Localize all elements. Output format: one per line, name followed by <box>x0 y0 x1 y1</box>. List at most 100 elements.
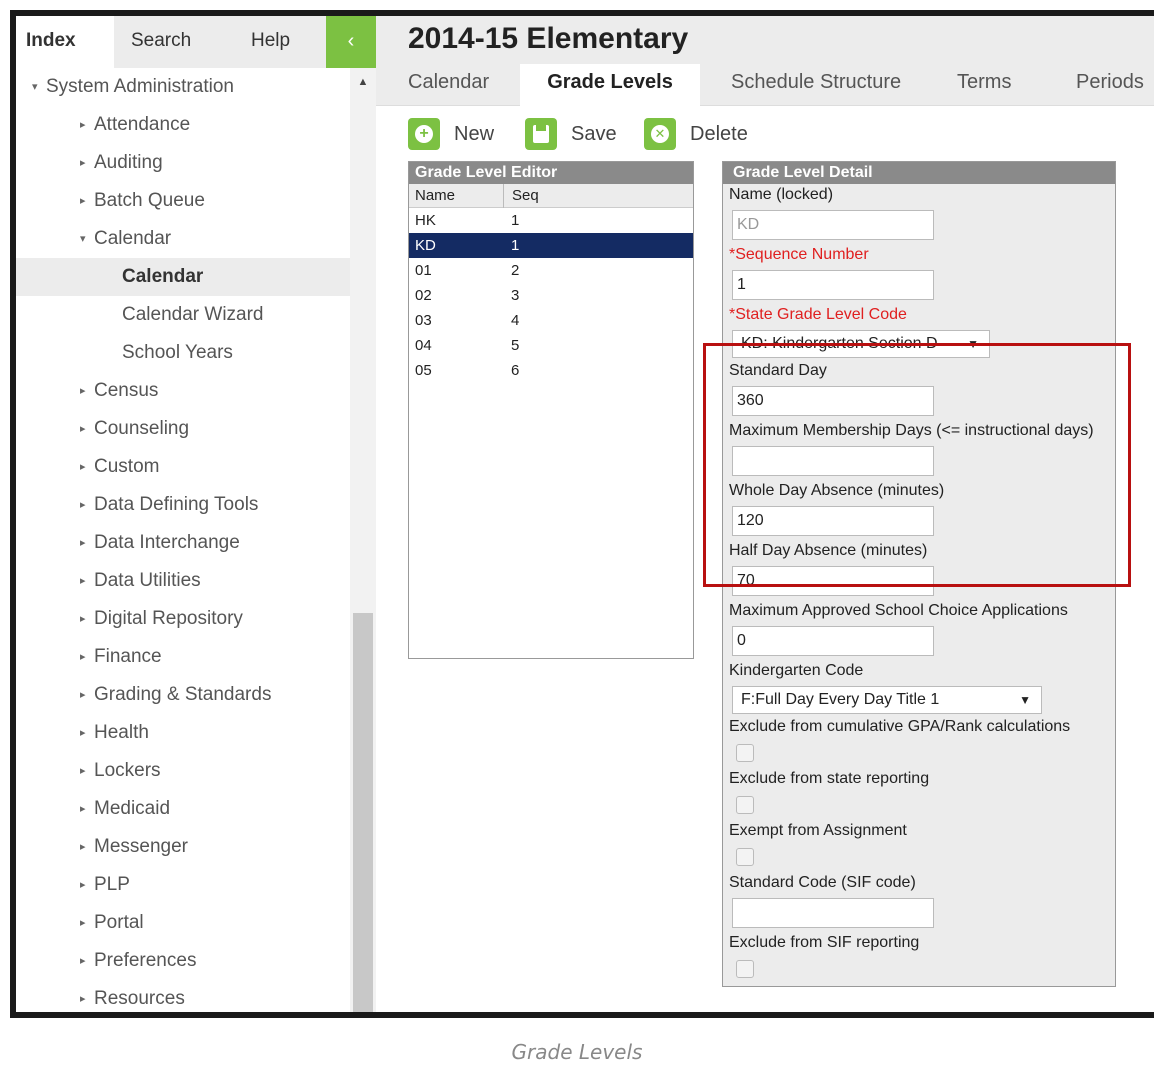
tree-item-grading-standards[interactable]: ▸ Grading & Standards <box>16 676 350 714</box>
collapsed-triangle-icon: ▸ <box>80 537 86 549</box>
kindergarten-code-select[interactable]: F:Full Day Every Day Title 1 ▼ <box>732 686 1042 714</box>
collapsed-triangle-icon: ▸ <box>80 119 86 131</box>
name-field: KD <box>732 210 934 240</box>
tree-item-attendance[interactable]: ▸ Attendance <box>16 106 350 144</box>
exclude-sif-reporting-checkbox[interactable] <box>736 960 754 978</box>
tab-index[interactable]: Index <box>16 16 114 68</box>
page-title: 2014-15 Elementary <box>408 22 689 55</box>
tree-item-school-years[interactable]: School Years <box>16 334 350 372</box>
tree-item-calendar-wizard[interactable]: Calendar Wizard <box>16 296 350 334</box>
tab-search[interactable]: Search <box>131 16 191 68</box>
editor-title: Grade Level Editor <box>409 162 693 184</box>
tree-item-batch-queue[interactable]: ▸ Batch Queue <box>16 182 350 220</box>
tree-item-finance[interactable]: ▸ Finance <box>16 638 350 676</box>
expanded-triangle-icon: ▾ <box>32 81 38 93</box>
sequence-number-label: *Sequence Number <box>729 246 869 263</box>
exclude-state-reporting-checkbox[interactable] <box>736 796 754 814</box>
collapsed-triangle-icon: ▸ <box>80 803 86 815</box>
state-grade-level-code-label: *State Grade Level Code <box>729 306 907 323</box>
exempt-from-assignment-checkbox[interactable] <box>736 848 754 866</box>
table-row-selected[interactable]: KD 1 <box>409 233 693 258</box>
name-label: Name (locked) <box>729 186 834 203</box>
sidebar-tabs: Index Search Help ‹ <box>16 16 376 68</box>
tree-item-data-interchange[interactable]: ▸ Data Interchange <box>16 524 350 562</box>
tab-terms[interactable]: Terms <box>957 64 1011 106</box>
collapsed-triangle-icon: ▸ <box>80 499 86 511</box>
collapsed-triangle-icon: ▸ <box>80 461 86 473</box>
highlight-box <box>703 343 1131 587</box>
plus-icon: + <box>408 118 440 150</box>
tab-strip: Calendar Grade Levels Schedule Structure… <box>376 64 1154 106</box>
figure-caption: Grade Levels <box>511 1040 643 1064</box>
collapsed-triangle-icon: ▸ <box>80 575 86 587</box>
collapsed-triangle-icon: ▸ <box>80 917 86 929</box>
save-disk-icon <box>525 118 557 150</box>
table-row[interactable]: 01 2 <box>409 258 693 283</box>
exclude-gpa-label: Exclude from cumulative GPA/Rank calcula… <box>729 718 1071 735</box>
scroll-up-arrow-icon[interactable]: ▲ <box>350 76 376 88</box>
tab-schedule-structure[interactable]: Schedule Structure <box>731 64 901 106</box>
collapsed-triangle-icon: ▸ <box>80 651 86 663</box>
tree-item-census[interactable]: ▸ Census <box>16 372 350 410</box>
collapsed-triangle-icon: ▸ <box>80 879 86 891</box>
collapsed-triangle-icon: ▸ <box>80 765 86 777</box>
max-school-choice-label: Maximum Approved School Choice Applicati… <box>729 602 1068 619</box>
exclude-state-reporting-label: Exclude from state reporting <box>729 770 930 787</box>
collapse-sidebar-button[interactable]: ‹ <box>326 16 376 68</box>
table-row[interactable]: 05 6 <box>409 358 693 383</box>
tab-calendar[interactable]: Calendar <box>408 64 489 106</box>
collapsed-triangle-icon: ▸ <box>80 689 86 701</box>
collapsed-triangle-icon: ▸ <box>80 955 86 967</box>
sif-code-field[interactable] <box>732 898 934 928</box>
tree-item-custom[interactable]: ▸ Custom <box>16 448 350 486</box>
tree-item-lockers[interactable]: ▸ Lockers <box>16 752 350 790</box>
table-row[interactable]: 03 4 <box>409 308 693 333</box>
tree-item-preferences[interactable]: ▸ Preferences <box>16 942 350 980</box>
save-button[interactable]: Save <box>525 118 625 150</box>
tab-periods[interactable]: Periods <box>1076 64 1144 106</box>
collapsed-triangle-icon: ▸ <box>80 423 86 435</box>
editor-column-headers: Name Seq <box>409 184 693 208</box>
column-header-name[interactable]: Name <box>415 184 455 208</box>
collapsed-triangle-icon: ▸ <box>80 157 86 169</box>
table-row[interactable]: 02 3 <box>409 283 693 308</box>
tree-item-digital-repository[interactable]: ▸ Digital Repository <box>16 600 350 638</box>
table-row[interactable]: HK 1 <box>409 208 693 233</box>
tree-item-system-administration[interactable]: ▾ System Administration <box>16 68 350 106</box>
tree-item-medicaid[interactable]: ▸ Medicaid <box>16 790 350 828</box>
collapsed-triangle-icon: ▸ <box>80 727 86 739</box>
collapsed-triangle-icon: ▸ <box>80 613 86 625</box>
chevron-left-icon: ‹ <box>347 30 355 52</box>
tree-item-calendar-selected[interactable]: Calendar <box>16 258 350 296</box>
tree-item-plp[interactable]: ▸ PLP <box>16 866 350 904</box>
tree-item-resources[interactable]: ▸ Resources <box>16 980 350 1012</box>
new-button[interactable]: + New <box>408 118 508 150</box>
collapsed-triangle-icon: ▸ <box>80 993 86 1005</box>
table-row[interactable]: 04 5 <box>409 333 693 358</box>
scrollbar-thumb[interactable] <box>353 613 373 1012</box>
tab-help[interactable]: Help <box>251 16 290 68</box>
tree-item-counseling[interactable]: ▸ Counseling <box>16 410 350 448</box>
tree-item-data-defining-tools[interactable]: ▸ Data Defining Tools <box>16 486 350 524</box>
dropdown-arrow-icon: ▼ <box>1019 693 1031 707</box>
tree-item-portal[interactable]: ▸ Portal <box>16 904 350 942</box>
expanded-triangle-icon: ▾ <box>80 233 86 245</box>
tree-item-messenger[interactable]: ▸ Messenger <box>16 828 350 866</box>
collapsed-triangle-icon: ▸ <box>80 195 86 207</box>
detail-title: Grade Level Detail <box>723 162 1115 184</box>
tree-item-health[interactable]: ▸ Health <box>16 714 350 752</box>
tab-grade-levels[interactable]: Grade Levels <box>520 64 700 106</box>
column-header-seq[interactable]: Seq <box>503 184 539 208</box>
sif-code-label: Standard Code (SIF code) <box>729 874 916 891</box>
sequence-number-field[interactable]: 1 <box>732 270 934 300</box>
exclude-gpa-checkbox[interactable] <box>736 744 754 762</box>
tree-item-auditing[interactable]: ▸ Auditing <box>16 144 350 182</box>
sidebar-scrollbar[interactable]: ▲ <box>350 68 376 1012</box>
grade-level-editor: Grade Level Editor Name Seq HK 1 KD 1 01 2 … <box>408 161 694 659</box>
toolbar: + New Save ✕ Delete <box>376 114 1154 154</box>
tree-item-data-utilities[interactable]: ▸ Data Utilities <box>16 562 350 600</box>
delete-button[interactable]: ✕ Delete <box>644 118 754 150</box>
max-school-choice-field[interactable]: 0 <box>732 626 934 656</box>
tree-item-calendar[interactable]: ▾ Calendar <box>16 220 350 258</box>
collapsed-triangle-icon: ▸ <box>80 385 86 397</box>
